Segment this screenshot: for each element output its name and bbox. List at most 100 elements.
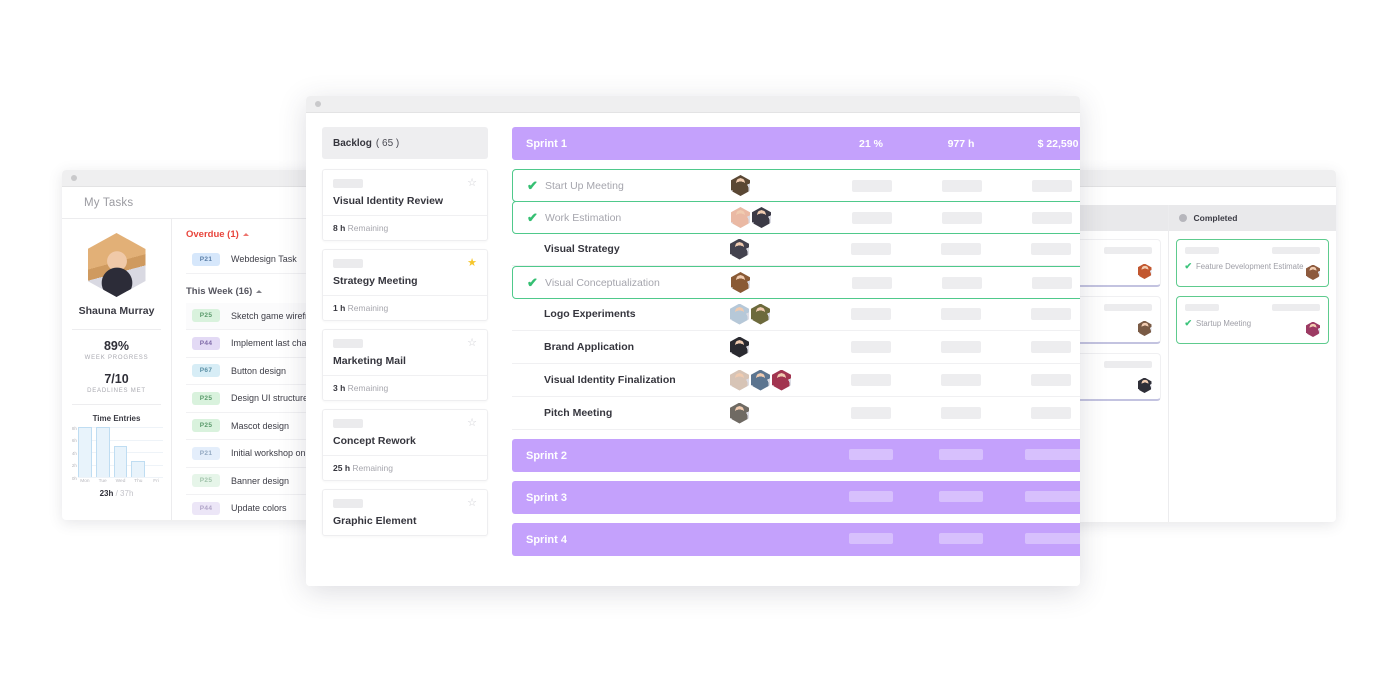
caret-up-icon[interactable] (256, 289, 263, 293)
avatar (752, 207, 771, 228)
backlog-card[interactable]: Visual Identity Review ☆ 8 h Remaining (322, 169, 488, 241)
placeholder-bar (1025, 490, 1080, 502)
star-outline-icon[interactable]: ☆ (467, 498, 477, 509)
placeholder-bar (1025, 532, 1080, 544)
sprint-metric-cell (1007, 211, 1080, 224)
sprint-task-row[interactable]: ✔ Visual Conceptualization (512, 266, 1080, 299)
placeholder-bar (941, 243, 981, 255)
sprint-task-row[interactable]: Brand Application (512, 331, 1080, 364)
sprint-name: Sprint 2 (526, 449, 567, 462)
star-outline-icon[interactable]: ☆ (467, 178, 477, 189)
star-outline-icon[interactable]: ☆ (467, 338, 477, 349)
sprint-header-collapsed[interactable]: Sprint 2 (512, 439, 1080, 472)
star-filled-icon[interactable]: ★ (467, 258, 477, 269)
avatar-group (730, 369, 826, 391)
backlog-card-top: Visual Identity Review ☆ (323, 170, 487, 215)
avatar (731, 272, 750, 293)
backlog-card-title: Concept Rework (333, 435, 416, 447)
backlog-card[interactable]: Strategy Meeting ★ 1 h Remaining (322, 249, 488, 321)
stat-deadlines-met: 7/10 DEADLINES MET (62, 363, 171, 396)
sprint-metric-cell (826, 243, 916, 255)
chart-bar-column (149, 427, 163, 477)
placeholder-bar (942, 179, 982, 192)
placeholder-bar (849, 490, 893, 502)
sprint-task-row[interactable]: ✔ Start Up Meeting (512, 169, 1080, 202)
board-card-label: Feature Development Estimate (1196, 262, 1304, 271)
placeholder-bar (1103, 247, 1152, 254)
sprint-name: Sprint 3 (526, 491, 567, 504)
placeholder-bar (333, 259, 363, 268)
chart-bar (113, 445, 128, 477)
chart-bar (95, 427, 110, 477)
sprint-task-row[interactable]: Visual Strategy (512, 233, 1080, 266)
placeholder-bar (851, 374, 891, 386)
chart-bar (131, 461, 146, 477)
sprint-metric-placeholder (916, 532, 1006, 547)
sprint-metric-cell (916, 341, 1006, 353)
window-close-dot[interactable] (71, 175, 77, 181)
backlog-card-footer: 1 h Remaining (323, 295, 487, 320)
placeholder-bar (941, 374, 981, 386)
sprint-metric-cell (1006, 374, 1080, 386)
placeholder-bar (1272, 247, 1320, 254)
sprints-window: Backlog ( 65 ) Visual Identity Review ☆ 8 … (306, 96, 1080, 586)
sprint-metric-cell (916, 243, 1006, 255)
project-tag: P21 (192, 252, 220, 266)
placeholder-bar (333, 499, 363, 508)
backlog-card[interactable]: Graphic Element ☆ (322, 489, 488, 536)
placeholder-bar (939, 532, 983, 544)
sprint-hours: 977 h (947, 137, 975, 150)
backlog-card-title: Strategy Meeting (333, 275, 418, 287)
caret-up-icon[interactable] (242, 233, 249, 236)
avatar-group (730, 336, 826, 358)
chart-bar-column (95, 427, 110, 477)
sprint-metric-placeholder (916, 490, 1006, 505)
project-tag: P44 (192, 336, 220, 350)
sprint-task-row[interactable]: Pitch Meeting (512, 397, 1080, 430)
chart-bars (78, 427, 163, 477)
chart-x-tick: Fri (153, 479, 159, 484)
placeholder-bar (851, 341, 891, 353)
sprint-task-row[interactable]: Logo Experiments (512, 298, 1080, 331)
sprint-header-active[interactable]: Sprint 1 21 % 977 h $ 22,590 (512, 127, 1080, 160)
placeholder-bar (939, 490, 983, 502)
board-card[interactable]: ✔ Startup Meeting (1175, 296, 1329, 344)
collapsed-sprint-list: Sprint 2 Sprint 3 Sprint 4 (512, 439, 1080, 556)
backlog-card-title: Marketing Mail (333, 355, 406, 367)
backlog-card-top: Strategy Meeting ★ (323, 250, 487, 295)
sprint-header-collapsed[interactable]: Sprint 3 (512, 481, 1080, 514)
sprint-task-row[interactable]: ✔ Work Estimation (512, 201, 1080, 234)
backlog-card-top: Marketing Mail ☆ (323, 330, 487, 375)
sprint-header-collapsed[interactable]: Sprint 4 (512, 523, 1080, 556)
placeholder-bar (851, 407, 891, 419)
placeholder-bar (333, 339, 363, 348)
backlog-card-remaining-label: Remaining (345, 303, 389, 313)
sprint-task-row[interactable]: Visual Identity Finalization (512, 364, 1080, 397)
chart-y-tick: 4h (71, 450, 77, 456)
sprint-metric-cell (916, 407, 1006, 419)
backlog-title: Backlog (333, 137, 372, 149)
avatar-group (730, 402, 826, 424)
backlog-card[interactable]: Marketing Mail ☆ 3 h Remaining (322, 329, 488, 401)
avatar (730, 336, 749, 358)
sprint-metric-placeholder (826, 490, 916, 505)
sprint-task-list: ✔ Start Up Meeting ✔ Work Estimation Visual … (512, 169, 1080, 430)
sprint-metric-cell (916, 374, 1006, 386)
backlog-card-title: Visual Identity Review (333, 195, 444, 207)
sprint-task-name: Pitch Meeting (544, 407, 613, 419)
chart-title: Time Entries (92, 414, 141, 423)
placeholder-bar (852, 211, 892, 224)
backlog-header: Backlog ( 65 ) (322, 127, 488, 159)
time-total-done: 23h (99, 489, 114, 498)
sprint-metric-cell (1006, 407, 1080, 419)
time-total-goal: 37h (120, 489, 134, 498)
window-close-dot[interactable] (315, 101, 321, 107)
placeholder-bar (941, 407, 981, 419)
board-card[interactable]: ✔ Feature Development Estimate (1175, 239, 1329, 287)
backlog-card[interactable]: Concept Rework ☆ 25 h Remaining (322, 409, 488, 481)
chart-plot-area: 8h 6h 4h 2h 0h (72, 426, 163, 481)
star-outline-icon[interactable]: ☆ (467, 418, 477, 429)
placeholder-bar (851, 308, 891, 320)
placeholder-bar (1184, 304, 1219, 311)
sprint-metric-placeholder (1006, 532, 1080, 547)
